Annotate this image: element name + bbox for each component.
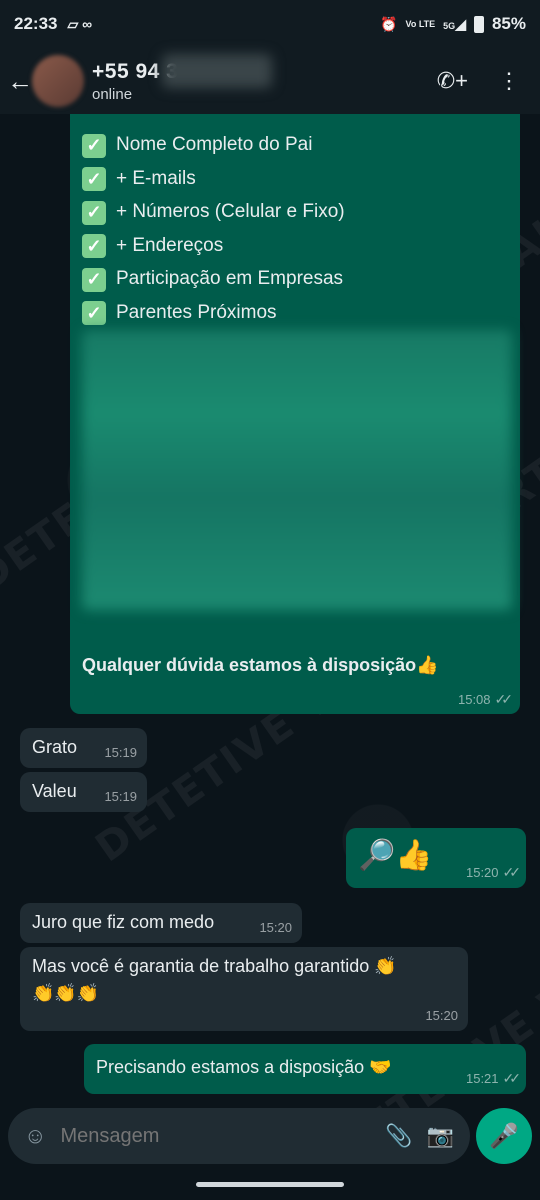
check-icon: ✓ <box>82 301 106 326</box>
cut-off-row <box>82 116 508 129</box>
clock: 22:33 <box>14 14 58 33</box>
microphone-button[interactable]: 🎤 <box>476 1108 532 1164</box>
signal-icon: 5G◢ <box>443 15 466 32</box>
status-bar: 22:33 ▱ ∞ ⏰ Vo LTE 5G◢ 85% <box>0 0 540 48</box>
double-check-icon: ✓✓ <box>502 864 522 881</box>
checklist-item: ✓ + Números (Celular e Fixo) <box>82 196 508 230</box>
notification-icon: ▱ ∞ <box>67 15 93 32</box>
message-input-bar: ☺ 📎 📷 <box>8 1108 470 1164</box>
report-message[interactable]: ✓ Nome Completo do Pai ✓ + E-mails ✓ + N… <box>70 100 520 714</box>
microphone-icon: 🎤 <box>489 1122 519 1150</box>
message-time: 15:19 <box>104 745 137 761</box>
check-icon: ✓ <box>82 133 106 158</box>
double-check-icon: ✓✓ <box>494 691 514 707</box>
check-icon: ✓ <box>82 200 106 225</box>
incoming-message[interactable]: Valeu 15:19 <box>20 772 147 812</box>
more-options-icon[interactable]: ⋮ <box>498 68 520 94</box>
message-time: 15:08 ✓✓ <box>457 691 514 707</box>
checklist-item: ✓ + Endereços <box>82 230 508 264</box>
camera-icon[interactable]: 📷 <box>427 1123 454 1149</box>
battery-percent: 85% <box>491 14 526 33</box>
report-footer: Qualquer dúvida estamos à disposição👍 <box>82 655 439 675</box>
checklist-item: ✓ Participação em Empresas <box>82 263 508 297</box>
incoming-message[interactable]: Grato 15:19 <box>20 728 147 768</box>
contact-status: online <box>92 85 133 103</box>
checklist-item: ✓ Nome Completo do Pai <box>82 129 508 163</box>
volte-indicator: Vo LTE <box>405 18 436 29</box>
redaction-blur <box>162 53 272 88</box>
check-icon: ✓ <box>82 167 106 192</box>
message-input[interactable] <box>60 1124 372 1148</box>
blurred-attachment-image[interactable] <box>82 330 512 610</box>
double-check-icon: ✓✓ <box>502 1070 522 1087</box>
network-type: 5G <box>443 20 456 31</box>
message-time: 15:19 <box>104 789 137 805</box>
alarm-icon: ⏰ <box>380 15 398 32</box>
message-time: 15:20 <box>259 920 292 936</box>
message-time: 15:21 ✓✓ <box>465 1070 522 1087</box>
outgoing-message[interactable]: Precisando estamos a disposição 🤝 15:21 ✓… <box>84 1044 526 1094</box>
home-indicator[interactable] <box>196 1182 344 1187</box>
checklist-item: ✓ + E-mails <box>82 163 508 197</box>
check-icon: ✓ <box>82 267 106 292</box>
emoji-icon[interactable]: ☺ <box>24 1123 46 1149</box>
message-time: 15:20 <box>425 1008 458 1024</box>
message-time: 15:20 ✓✓ <box>465 864 522 881</box>
battery-icon <box>473 15 484 33</box>
check-icon: ✓ <box>82 234 106 259</box>
chat-header: ← +55 94 3 online ✆+ ⋮ <box>0 48 540 114</box>
checklist-item: ✓ Parentes Próximos <box>82 297 508 331</box>
attach-icon[interactable]: 📎 <box>385 1123 412 1149</box>
outgoing-message[interactable]: 🔎👍 15:20 ✓✓ <box>346 828 526 888</box>
contact-info[interactable]: +55 94 3 online <box>92 53 272 103</box>
add-call-icon[interactable]: ✆+ <box>437 68 468 94</box>
avatar[interactable] <box>32 55 84 107</box>
incoming-message[interactable]: Mas você é garantia de trabalho garantid… <box>20 947 468 1031</box>
incoming-message[interactable]: Juro que fiz com medo 15:20 <box>20 903 302 943</box>
